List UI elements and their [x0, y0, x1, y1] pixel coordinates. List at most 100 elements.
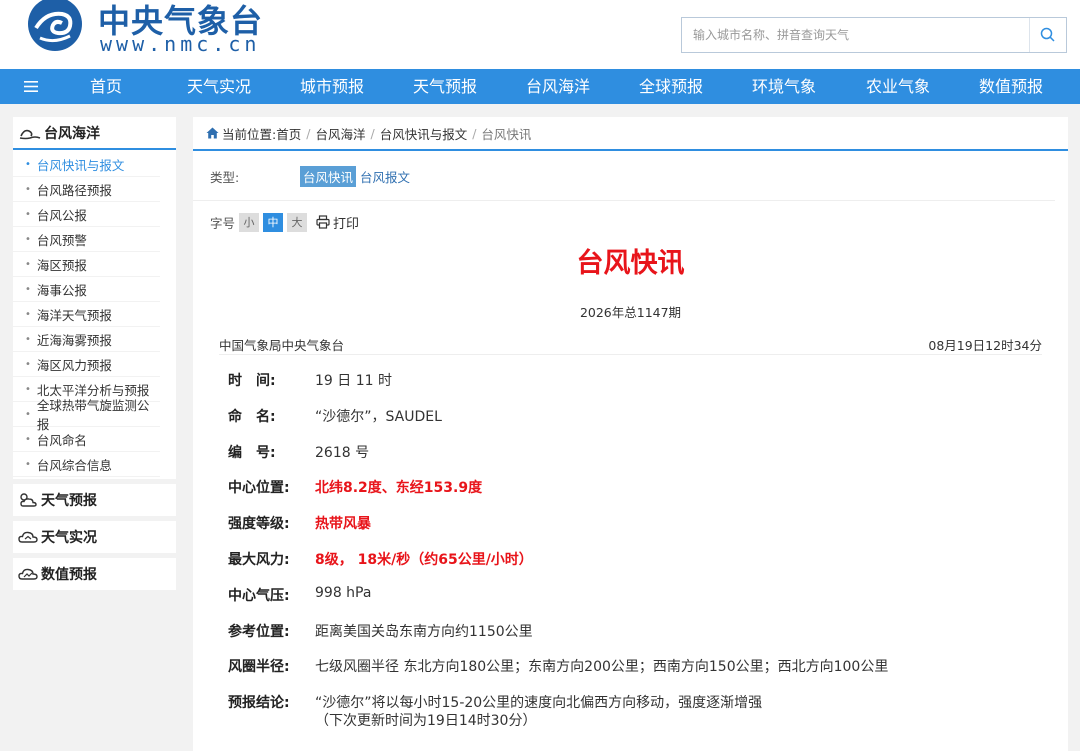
nav-item-agriculture[interactable]: 农业气象 — [843, 69, 953, 104]
cma-logo-icon[interactable] — [26, 0, 84, 52]
breadcrumb-current: 台风快讯 — [481, 126, 532, 142]
sidebar-block-label: 数值预报 — [41, 567, 97, 583]
breadcrumb: 当前位置: 首页 / 台风海洋 / 台风快讯与报文 / 台风快讯 — [193, 117, 1068, 151]
sidebar-item-typhoon-warning[interactable]: • 台风预警 — [13, 227, 160, 252]
sidebar-block-label: 天气预报 — [41, 493, 97, 509]
info-value-next-update: （下次更新时间为19日14时30分） — [315, 713, 537, 730]
typhoon-wave-icon — [19, 129, 41, 139]
type-tag-typhoon-flash[interactable]: 台风快讯 — [300, 166, 357, 187]
info-row-intensity: 强度等级: 热带风暴 — [228, 504, 1048, 540]
sidebar: 台风海洋 • 台风快讯与报文 • 台风路径预报 • 台风公报 • 台风预警 • 海区预报 … — [13, 117, 176, 590]
sidebar-block-observations[interactable]: 天气实况 — [13, 521, 176, 553]
sidebar-section-title: 台风海洋 — [44, 125, 100, 142]
type-tag-typhoon-report[interactable]: 台风报文 — [360, 167, 410, 186]
print-label: 打印 — [333, 216, 360, 232]
info-key: 时 间: — [228, 373, 276, 389]
nav-item-numerical[interactable]: 数值预报 — [956, 69, 1066, 104]
info-key: 风圈半径: — [228, 659, 290, 676]
breadcrumb-home[interactable]: 首页 — [276, 124, 301, 143]
nav-item-global-forecast[interactable]: 全球预报 — [616, 69, 726, 104]
info-row-number: 编 号: 2618 号 — [228, 433, 1048, 469]
sidebar-item-global-cyclone[interactable]: • 全球热带气旋监测公报 — [13, 398, 160, 432]
bullet-icon: • — [25, 458, 31, 470]
bullet-icon: • — [25, 308, 31, 320]
breadcrumb-separator: / — [306, 125, 311, 141]
info-key: 命 名: — [228, 408, 276, 425]
font-size-large-button[interactable]: 大 — [287, 212, 308, 232]
city-search-input[interactable] — [682, 18, 1029, 52]
sidebar-block-label: 天气实况 — [41, 530, 97, 546]
bullet-icon: • — [25, 283, 31, 295]
sidebar-item-label: 台风路径预报 — [36, 182, 112, 198]
cloud-sun-icon — [20, 493, 37, 507]
bullet-icon: • — [25, 233, 31, 245]
sidebar-block-weather-forecast[interactable]: 天气预报 — [13, 484, 176, 516]
site-url: www.nmc.cn — [100, 32, 261, 56]
font-size-small-button[interactable]: 小 — [239, 212, 260, 232]
nav-item-weather-forecast[interactable]: 天气预报 — [390, 69, 500, 104]
info-value: “沙德尔”，SAUDEL — [315, 408, 442, 425]
nav-item-observations[interactable]: 天气实况 — [164, 69, 274, 104]
sidebar-section-typhoon[interactable]: 台风海洋 — [13, 117, 176, 150]
breadcrumb-typhoon-bulletin[interactable]: 台风快讯与报文 — [380, 124, 468, 143]
sidebar-item-coastal-fog[interactable]: • 近海海雾预报 — [13, 327, 160, 352]
info-value: 19 日 11 时 — [315, 373, 392, 389]
breadcrumb-separator: / — [472, 125, 477, 141]
sidebar-item-sea-wind[interactable]: • 海区风力预报 — [13, 352, 160, 377]
info-key: 强度等级: — [228, 516, 290, 533]
info-value: 2618 号 — [315, 444, 370, 461]
article-issue: 2026年总1147期 — [579, 305, 682, 320]
sidebar-item-label: 全球热带气旋监测公报 — [36, 398, 150, 432]
sidebar-item-label: 台风快讯与报文 — [36, 157, 125, 173]
bullet-icon: • — [25, 183, 31, 195]
sidebar-item-label: 台风预警 — [36, 232, 87, 248]
sidebar-list: • 台风快讯与报文 • 台风路径预报 • 台风公报 • 台风预警 • 海区预报 • 海事公报… — [13, 150, 176, 479]
search-button[interactable] — [1029, 18, 1066, 52]
info-key: 中心气压: — [228, 587, 290, 604]
print-button[interactable]: 打印 — [316, 213, 359, 232]
sidebar-item-label: 海区预报 — [36, 257, 87, 273]
bullet-icon: • — [25, 383, 31, 395]
info-key: 预报结论: — [228, 695, 290, 712]
nav-item-home[interactable]: 首页 — [51, 69, 161, 104]
typhoon-info-table: 时 间: 19 日 11 时 命 名: “沙德尔”，SAUDEL 编 号: 26… — [228, 361, 1048, 733]
nav-item-typhoon-ocean[interactable]: 台风海洋 — [503, 69, 613, 104]
sidebar-item-label: 海区风力预报 — [36, 357, 112, 373]
info-key: 编 号: — [228, 444, 276, 461]
sidebar-item-track-forecast[interactable]: • 台风路径预报 — [13, 177, 160, 202]
nav-item-city-forecast[interactable]: 城市预报 — [277, 69, 387, 104]
cloud-chart-icon — [18, 568, 38, 580]
sidebar-item-label: 海洋天气预报 — [36, 307, 112, 323]
breadcrumb-typhoon-ocean[interactable]: 台风海洋 — [315, 124, 365, 143]
info-row-reference-position: 参考位置: 距离美国关岛东南方向约1150公里 — [228, 612, 1048, 648]
info-row-pressure: 中心气压: 998 hPa — [228, 576, 1048, 612]
info-row-max-wind: 最大风力: 8级， 18米/秒（约65公里/小时） — [228, 540, 1048, 576]
sidebar-item-label: 海事公报 — [36, 282, 87, 298]
sidebar-item-maritime-bulletin[interactable]: • 海事公报 — [13, 277, 160, 302]
info-value-highlight: 8级， 18米/秒（约65公里/小时） — [315, 551, 533, 568]
nav-item-environment[interactable]: 环境气象 — [729, 69, 839, 104]
sidebar-item-sea-area-forecast[interactable]: • 海区预报 — [13, 252, 160, 277]
info-key: 参考位置: — [228, 623, 290, 640]
breadcrumb-prefix: 当前位置: — [222, 126, 277, 142]
sidebar-item-label: 台风公报 — [36, 207, 87, 223]
bullet-icon: • — [25, 433, 31, 445]
sidebar-block-numerical[interactable]: 数值预报 — [13, 558, 176, 590]
home-icon — [206, 127, 219, 139]
bullet-icon: • — [25, 408, 31, 420]
sidebar-item-typhoon-info[interactable]: • 台风综合信息 — [13, 452, 160, 477]
sidebar-item-typhoon-bulletin[interactable]: • 台风快讯与报文 — [13, 152, 160, 177]
info-row-name: 命 名: “沙德尔”，SAUDEL — [228, 397, 1048, 433]
sidebar-item-typhoon-report[interactable]: • 台风公报 — [13, 202, 160, 227]
sidebar-item-label: 台风命名 — [36, 432, 87, 448]
hamburger-icon — [24, 81, 38, 92]
font-size-medium-button[interactable]: 中 — [263, 212, 284, 232]
sidebar-item-label: 近海海雾预报 — [36, 332, 112, 348]
article-title: 台风快讯 — [576, 248, 685, 279]
sidebar-item-marine-weather[interactable]: • 海洋天气预报 — [13, 302, 160, 327]
info-row-center-position: 中心位置: 北纬8.2度、东经153.9度 — [228, 468, 1048, 504]
font-size-row: 字号 小 中 大 打印 — [210, 212, 359, 232]
bullet-icon: • — [25, 158, 31, 170]
info-value: “沙德尔”将以每小时15-20公里的速度向北偏西方向移动，强度逐渐增强 — [315, 695, 763, 712]
info-value: 七级风圈半径 东北方向180公里；东南方向200公里；西南方向150公里；西北方… — [315, 659, 889, 676]
